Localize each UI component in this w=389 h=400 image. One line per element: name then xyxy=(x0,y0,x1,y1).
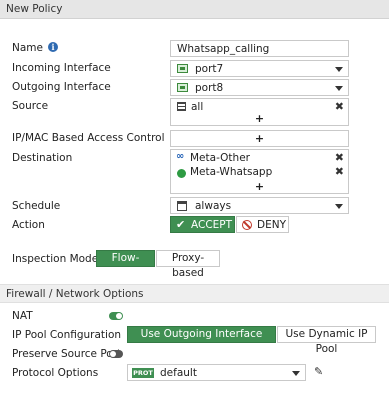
schedule-select[interactable]: always xyxy=(170,197,349,214)
incoming-interface-value: port7 xyxy=(195,63,224,75)
protocol-options-label: Protocol Options xyxy=(12,367,99,379)
ipmac-label-text: IP/MAC Based Access Control xyxy=(12,132,165,144)
protocol-options-value: default xyxy=(160,367,197,379)
chevron-down-icon xyxy=(335,67,343,72)
source-list: all ✖ + xyxy=(170,98,349,126)
ipmac-field[interactable]: + xyxy=(170,130,349,147)
protocol-badge: PROT xyxy=(132,368,154,378)
chevron-down-icon xyxy=(292,371,300,376)
destination-list: ∞ Meta-Other ✖ Meta-Whatsapp ✖ + xyxy=(170,149,349,194)
deny-icon xyxy=(242,220,252,230)
meta-logo-icon: ∞ xyxy=(176,151,185,162)
add-destination-button[interactable]: + xyxy=(171,180,348,193)
nat-toggle[interactable] xyxy=(109,312,123,320)
calendar-icon xyxy=(177,201,187,211)
close-icon[interactable]: ✖ xyxy=(335,165,344,178)
pencil-icon[interactable]: ✎ xyxy=(314,365,323,378)
address-object-icon xyxy=(177,102,186,111)
name-input[interactable]: Whatsapp_calling xyxy=(170,40,349,57)
destination-label: Destination xyxy=(12,152,73,164)
proxy-based-option[interactable]: Proxy-based xyxy=(156,250,220,279)
outgoing-interface-select[interactable]: port8 xyxy=(170,79,349,96)
add-source-button[interactable]: + xyxy=(171,112,348,125)
action-label: Action xyxy=(12,219,45,231)
deny-label: DENY xyxy=(257,219,286,231)
chevron-down-icon xyxy=(335,86,343,91)
page-title: New Policy xyxy=(6,3,63,15)
info-icon[interactable]: i xyxy=(47,42,58,52)
outgoing-interface-value: port8 xyxy=(195,82,224,94)
source-label: Source xyxy=(12,100,49,112)
dialog-title-bar: New Policy xyxy=(0,0,389,19)
checkmark-icon: ✔ xyxy=(176,218,186,231)
ip-pool-label: IP Pool Configuration xyxy=(12,329,122,341)
preserve-source-port-toggle[interactable] xyxy=(109,350,123,358)
whatsapp-logo-icon xyxy=(177,169,186,178)
preserve-source-port-label: Preserve Source Port xyxy=(12,348,122,360)
interface-port-icon xyxy=(177,83,188,92)
schedule-value: always xyxy=(195,200,232,212)
add-ipmac-button[interactable]: + xyxy=(171,132,348,145)
name-value: Whatsapp_calling xyxy=(177,43,270,55)
incoming-interface-label: Incoming Interface xyxy=(12,62,111,74)
firewall-network-options-header: Firewall / Network Options xyxy=(0,284,389,303)
chevron-down-icon xyxy=(335,204,343,209)
flow-based-option[interactable]: Flow-based xyxy=(96,250,155,279)
nat-label: NAT xyxy=(12,310,33,322)
interface-port-icon xyxy=(177,64,188,73)
name-label: Name i xyxy=(12,42,58,54)
use-dynamic-ip-pool-option[interactable]: Use Dynamic IP Pool xyxy=(277,326,376,355)
destination-item: Meta-Other xyxy=(190,152,250,164)
incoming-interface-select[interactable]: port7 xyxy=(170,60,349,77)
name-label-text: Name xyxy=(12,42,43,54)
deny-button[interactable]: DENY xyxy=(236,216,289,233)
close-icon[interactable]: ✖ xyxy=(335,151,344,164)
section-title: Firewall / Network Options xyxy=(6,288,144,300)
accept-label: ACCEPT xyxy=(191,219,233,231)
destination-item: Meta-Whatsapp xyxy=(190,166,273,178)
inspection-mode-label: Inspection Mode xyxy=(12,253,99,265)
protocol-options-select[interactable]: PROT default xyxy=(127,364,306,381)
schedule-label: Schedule xyxy=(12,200,61,212)
outgoing-interface-label: Outgoing Interface xyxy=(12,81,111,93)
accept-button[interactable]: ✔ ACCEPT xyxy=(170,216,235,233)
use-outgoing-interface-option[interactable]: Use Outgoing Interface Address xyxy=(127,326,276,355)
ipmac-label: IP/MAC Based Access Controli xyxy=(12,132,180,144)
